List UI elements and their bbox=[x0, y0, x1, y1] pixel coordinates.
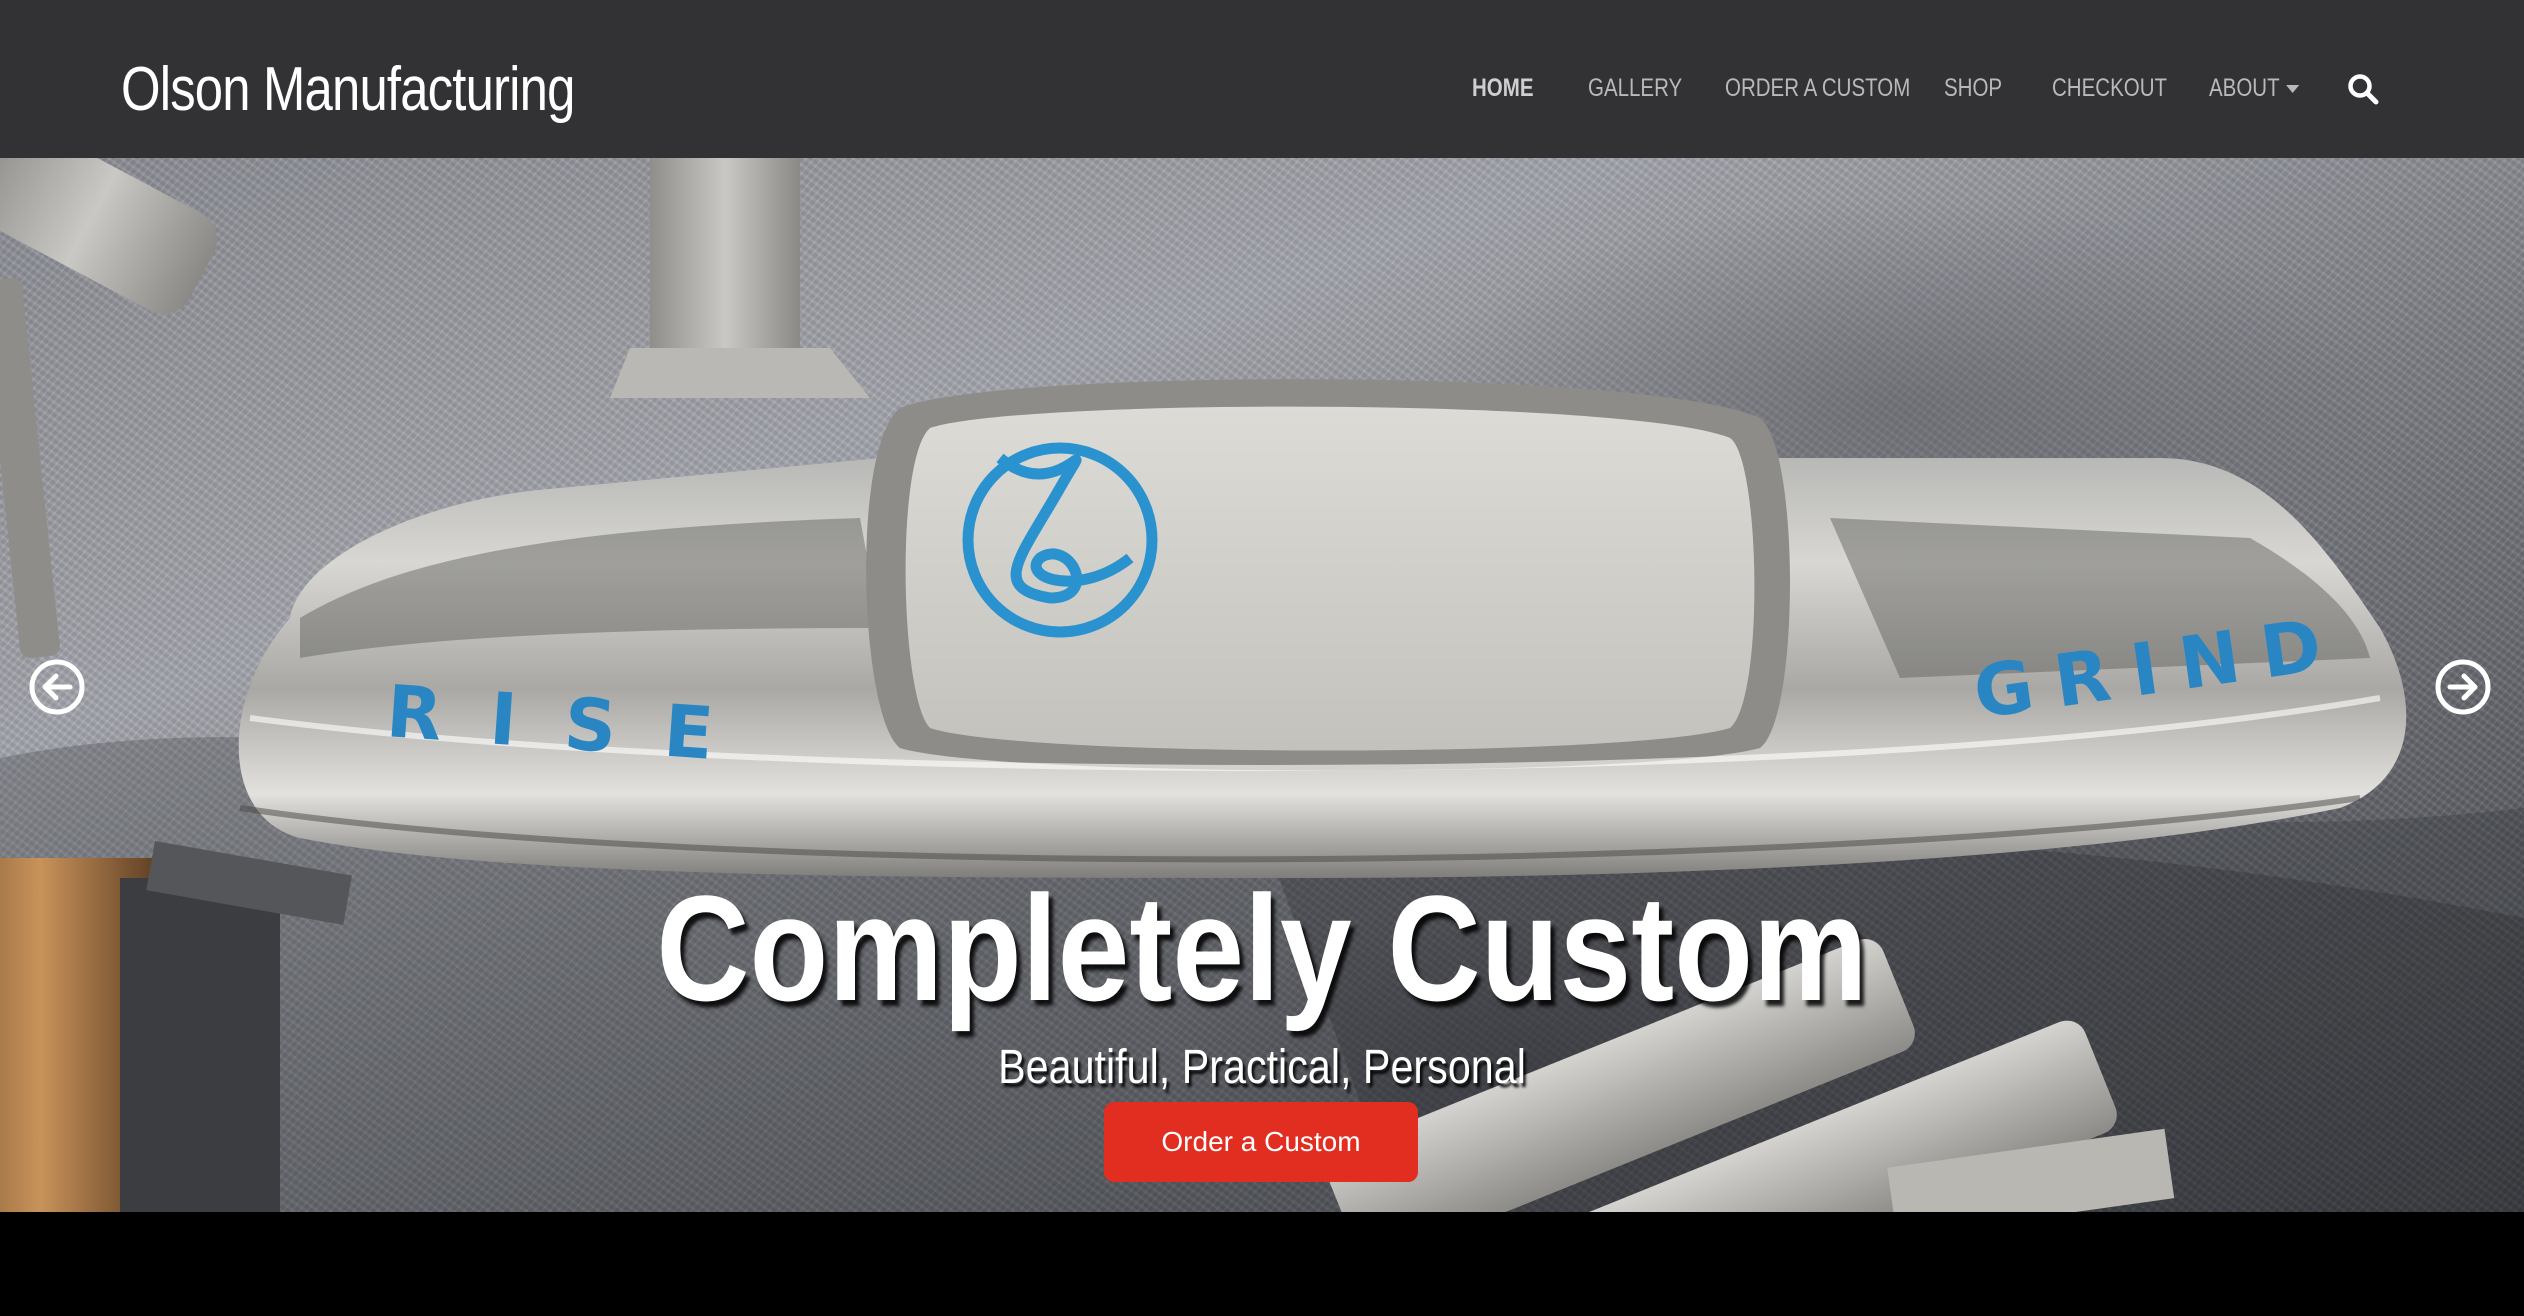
arrow-left-circle-icon bbox=[29, 659, 85, 715]
nav-item-about-label: About bbox=[2209, 74, 2280, 102]
arrow-right-circle-icon bbox=[2435, 659, 2491, 715]
slider-next-button[interactable] bbox=[2434, 658, 2492, 716]
hero-title: Completely Custom bbox=[656, 864, 1868, 1032]
caret-down-icon bbox=[2286, 85, 2300, 94]
slider-prev-button[interactable] bbox=[28, 658, 86, 716]
main-nav: Home Gallery Order a Custom Shop Checkou… bbox=[0, 0, 2524, 158]
nav-item-checkout[interactable]: Checkout bbox=[2052, 68, 2167, 108]
nav-item-order-a-custom[interactable]: Order a Custom bbox=[1725, 68, 1910, 108]
order-a-custom-button[interactable]: Order a Custom bbox=[1104, 1102, 1418, 1182]
search-icon[interactable] bbox=[2346, 72, 2380, 106]
hero-subtitle: Beautiful, Practical, Personal bbox=[998, 1041, 1526, 1094]
nav-item-about[interactable]: About bbox=[2209, 68, 2300, 108]
nav-item-home[interactable]: Home bbox=[1472, 68, 1534, 108]
nav-item-shop[interactable]: Shop bbox=[1944, 68, 2002, 108]
hero-slider: RISE GRIND Completely Custom Beautiful, … bbox=[0, 158, 2524, 1212]
site-header: Olson Manufacturing Home Gallery Order a… bbox=[0, 0, 2524, 158]
page-footer-band bbox=[0, 1212, 2524, 1316]
nav-item-gallery[interactable]: Gallery bbox=[1588, 68, 1682, 108]
